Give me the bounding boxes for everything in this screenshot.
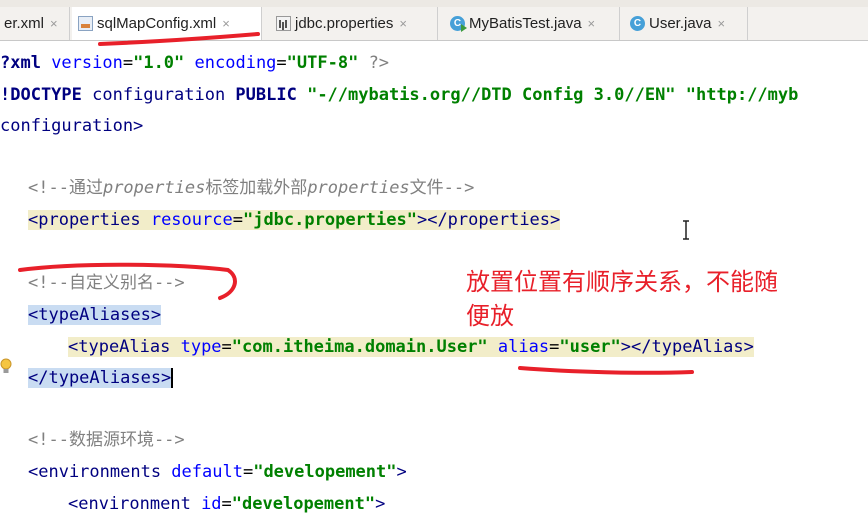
annotation-strokes [18, 262, 694, 375]
handwritten-note: 放置位置有顺序关系，不能随 便放 [466, 265, 866, 333]
note-line-2: 便放 [466, 302, 514, 330]
note-line-1: 放置位置有顺序关系，不能随 [466, 268, 778, 296]
